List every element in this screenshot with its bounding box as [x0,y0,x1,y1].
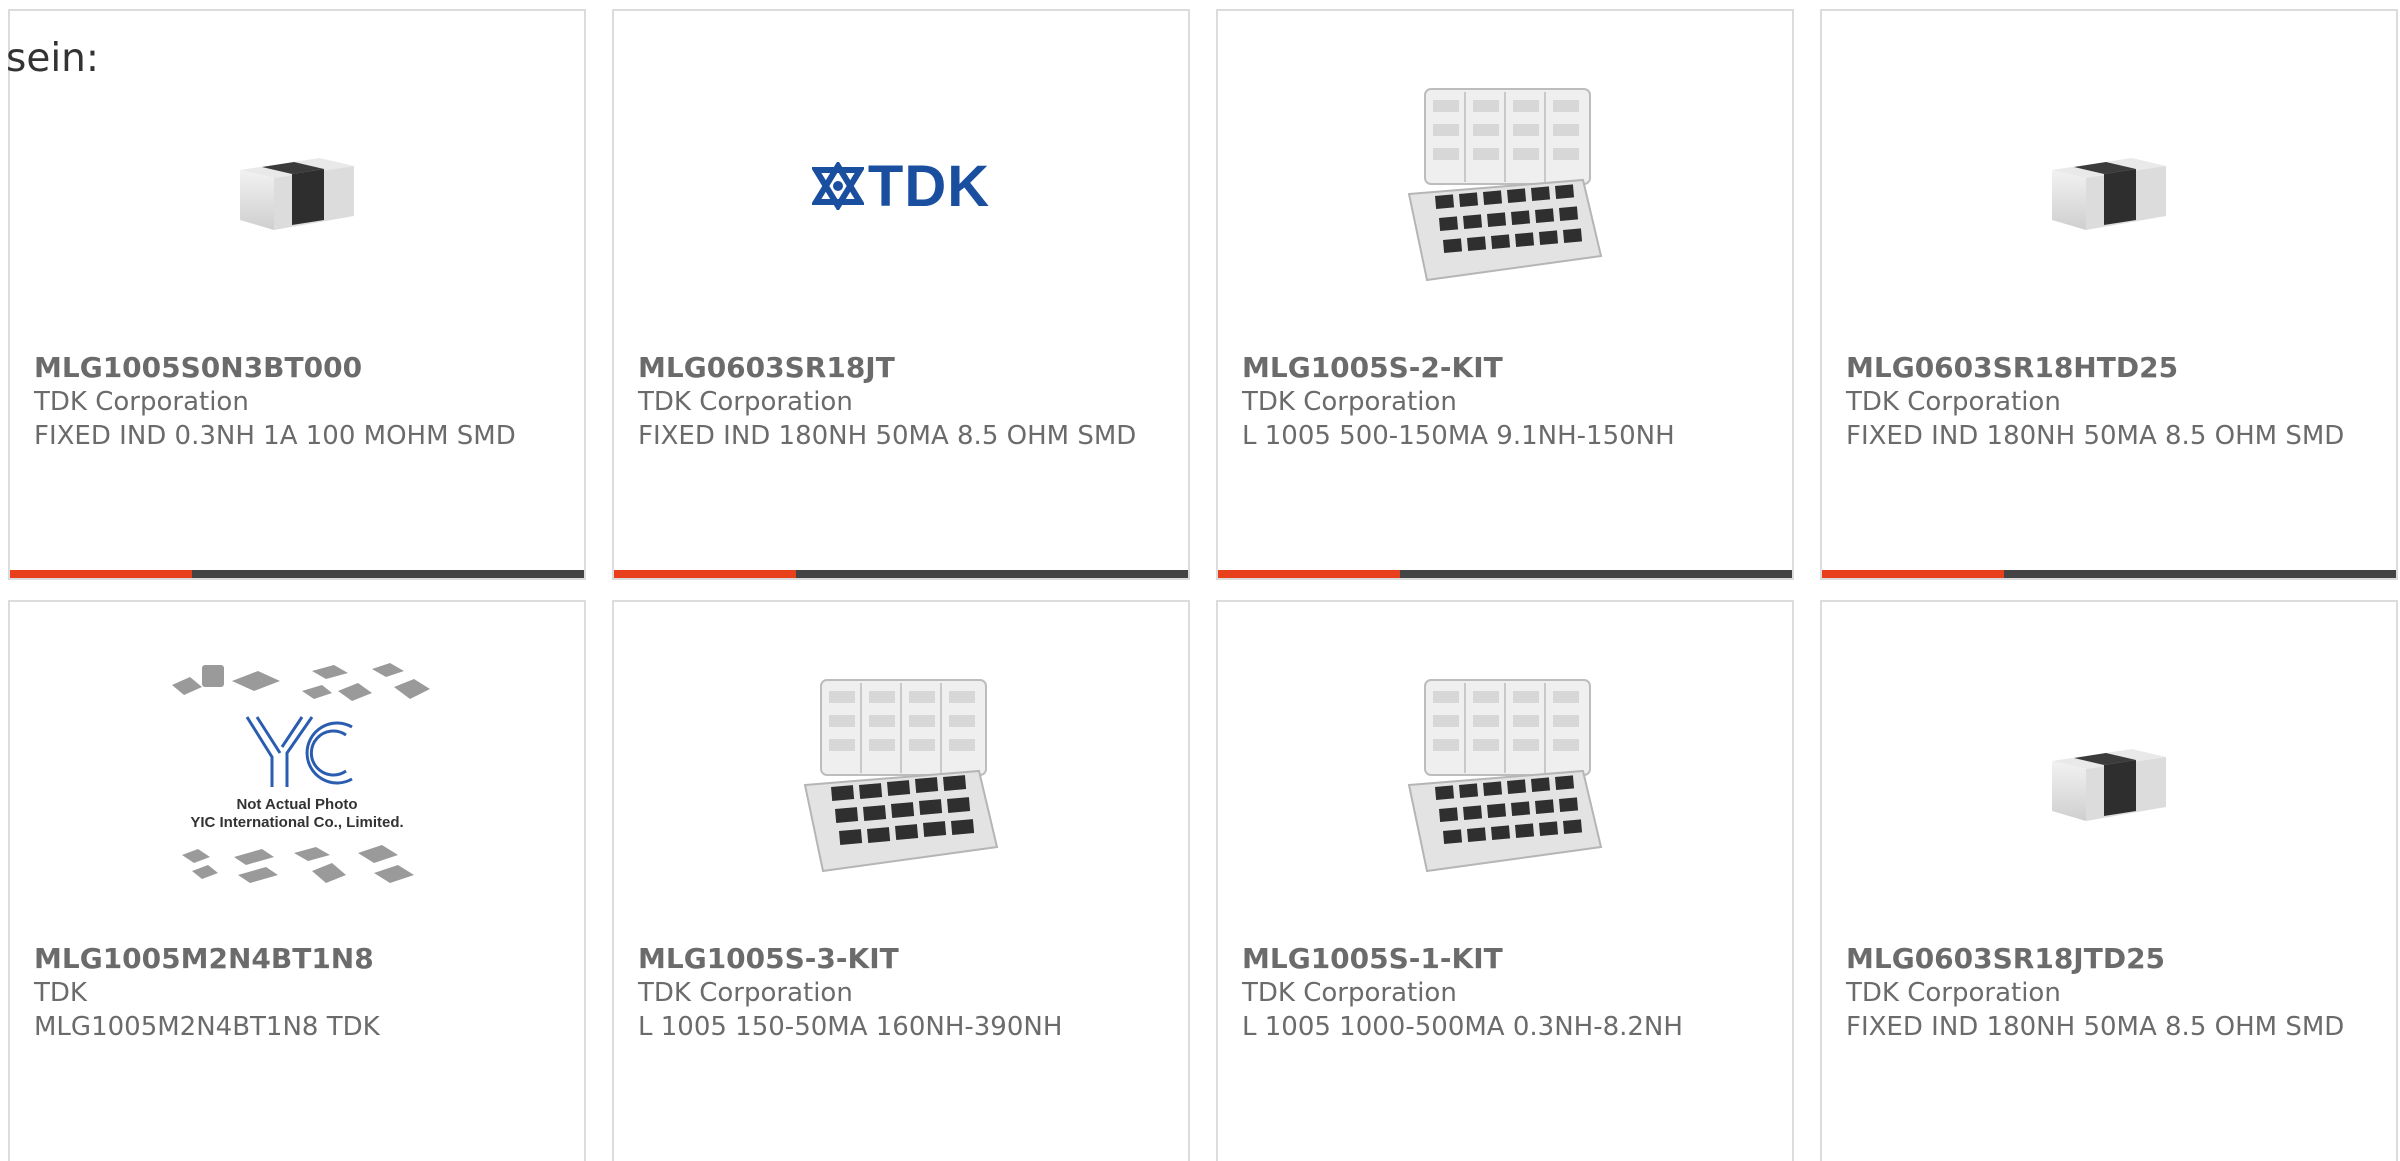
description: FIXED IND 180NH 50MA 8.5 OHM SMD [1846,1012,2345,1042]
description: L 1005 150-50MA 160NH-390NH [638,1012,1063,1042]
description: FIXED IND 180NH 50MA 8.5 OHM SMD [638,421,1137,451]
product-image [614,662,1188,892]
card-bottom-bar [1822,570,2396,578]
product-image [1822,71,2396,301]
description: FIXED IND 0.3NH 1A 100 MOHM SMD [34,421,516,451]
product-info: MLG0603SR18HTD25 TDK Corporation FIXED I… [1846,351,2372,453]
manufacturer: TDK Corporation [638,387,853,417]
product-card[interactable]: MLG1005S-2-KIT TDK Corporation L 1005 50… [1216,9,1794,580]
product-info: MLG1005S0N3BT000 TDK Corporation FIXED I… [34,351,560,453]
part-number-link[interactable]: MLG0603SR18JTD25 [1846,942,2372,976]
product-card[interactable]: Not Actual Photo YIC International Co., … [8,600,586,1161]
card-bottom-bar [614,570,1188,578]
product-info: MLG0603SR18JT TDK Corporation FIXED IND … [638,351,1164,453]
manufacturer: TDK [34,978,87,1008]
product-card[interactable]: MLG1005S0N3BT000 TDK Corporation FIXED I… [8,9,586,580]
description: FIXED IND 180NH 50MA 8.5 OHM SMD [1846,421,2345,451]
product-info: MLG0603SR18JTD25 TDK Corporation FIXED I… [1846,942,2372,1044]
part-number-link[interactable]: MLG1005S0N3BT000 [34,351,560,385]
card-accent-bar [614,570,796,578]
intro-text: sein: [6,36,100,81]
chip-inductor-image [240,158,354,230]
card-accent-bar [1218,570,1400,578]
manufacturer: TDK Corporation [1242,387,1457,417]
tdk-logo-text: TDK [867,153,991,219]
part-number-link[interactable]: MLG1005M2N4BT1N8 [34,942,560,976]
part-number-link[interactable]: MLG1005S-1-KIT [1242,942,1768,976]
yic-placeholder-image: Not Actual Photo YIC International Co., … [172,663,430,883]
kit-box-image [1407,87,1603,281]
manufacturer: TDK Corporation [34,387,249,417]
manufacturer: TDK Corporation [1846,387,2061,417]
product-info: MLG1005S-3-KIT TDK Corporation L 1005 15… [638,942,1164,1044]
chip-inductor-image [2052,158,2166,230]
product-card[interactable]: MLG0603SR18JTD25 TDK Corporation FIXED I… [1820,600,2398,1161]
placeholder-caption-2: YIC International Co., Limited. [190,814,403,831]
product-card[interactable]: MLG1005S-3-KIT TDK Corporation L 1005 15… [612,600,1190,1161]
description: L 1005 1000-500MA 0.3NH-8.2NH [1242,1012,1683,1042]
product-image: TDK [614,71,1188,301]
description: L 1005 500-150MA 9.1NH-150NH [1242,421,1675,451]
product-card[interactable]: MLG1005S-1-KIT TDK Corporation L 1005 10… [1216,600,1794,1161]
part-number-link[interactable]: MLG0603SR18JT [638,351,1164,385]
manufacturer: TDK Corporation [638,978,853,1008]
page: sein: MLG1005S0N3BT000 TDK Corporation F… [0,0,2400,1161]
card-bottom-bar [10,570,584,578]
part-number-link[interactable]: MLG0603SR18HTD25 [1846,351,2372,385]
product-info: MLG1005S-1-KIT TDK Corporation L 1005 10… [1242,942,1768,1044]
chip-inductor-image [2052,749,2166,821]
product-image: Not Actual Photo YIC International Co., … [10,662,584,892]
part-number-link[interactable]: MLG1005S-3-KIT [638,942,1164,976]
kit-box-image [803,678,999,872]
manufacturer: TDK Corporation [1846,978,2061,1008]
manufacturer: TDK Corporation [1242,978,1457,1008]
product-image [1218,662,1792,892]
tdk-logo-image: TDK [811,153,991,220]
placeholder-caption-1: Not Actual Photo [236,796,357,813]
tdk-emblem-icon [811,162,864,210]
product-image [1218,71,1792,301]
part-number-link[interactable]: MLG1005S-2-KIT [1242,351,1768,385]
card-bottom-bar [1218,570,1792,578]
description: MLG1005M2N4BT1N8 TDK [34,1012,380,1042]
product-info: MLG1005S-2-KIT TDK Corporation L 1005 50… [1242,351,1768,453]
kit-box-image [1407,678,1603,872]
product-info: MLG1005M2N4BT1N8 TDK MLG1005M2N4BT1N8 TD… [34,942,560,1044]
product-image [1822,662,2396,892]
product-card[interactable]: MLG0603SR18HTD25 TDK Corporation FIXED I… [1820,9,2398,580]
card-accent-bar [1822,570,2004,578]
product-image [10,71,584,301]
product-card[interactable]: TDK MLG0603SR18JT TDK Corporation FIXED … [612,9,1190,580]
product-grid: MLG1005S0N3BT000 TDK Corporation FIXED I… [8,9,2398,1161]
card-accent-bar [10,570,192,578]
